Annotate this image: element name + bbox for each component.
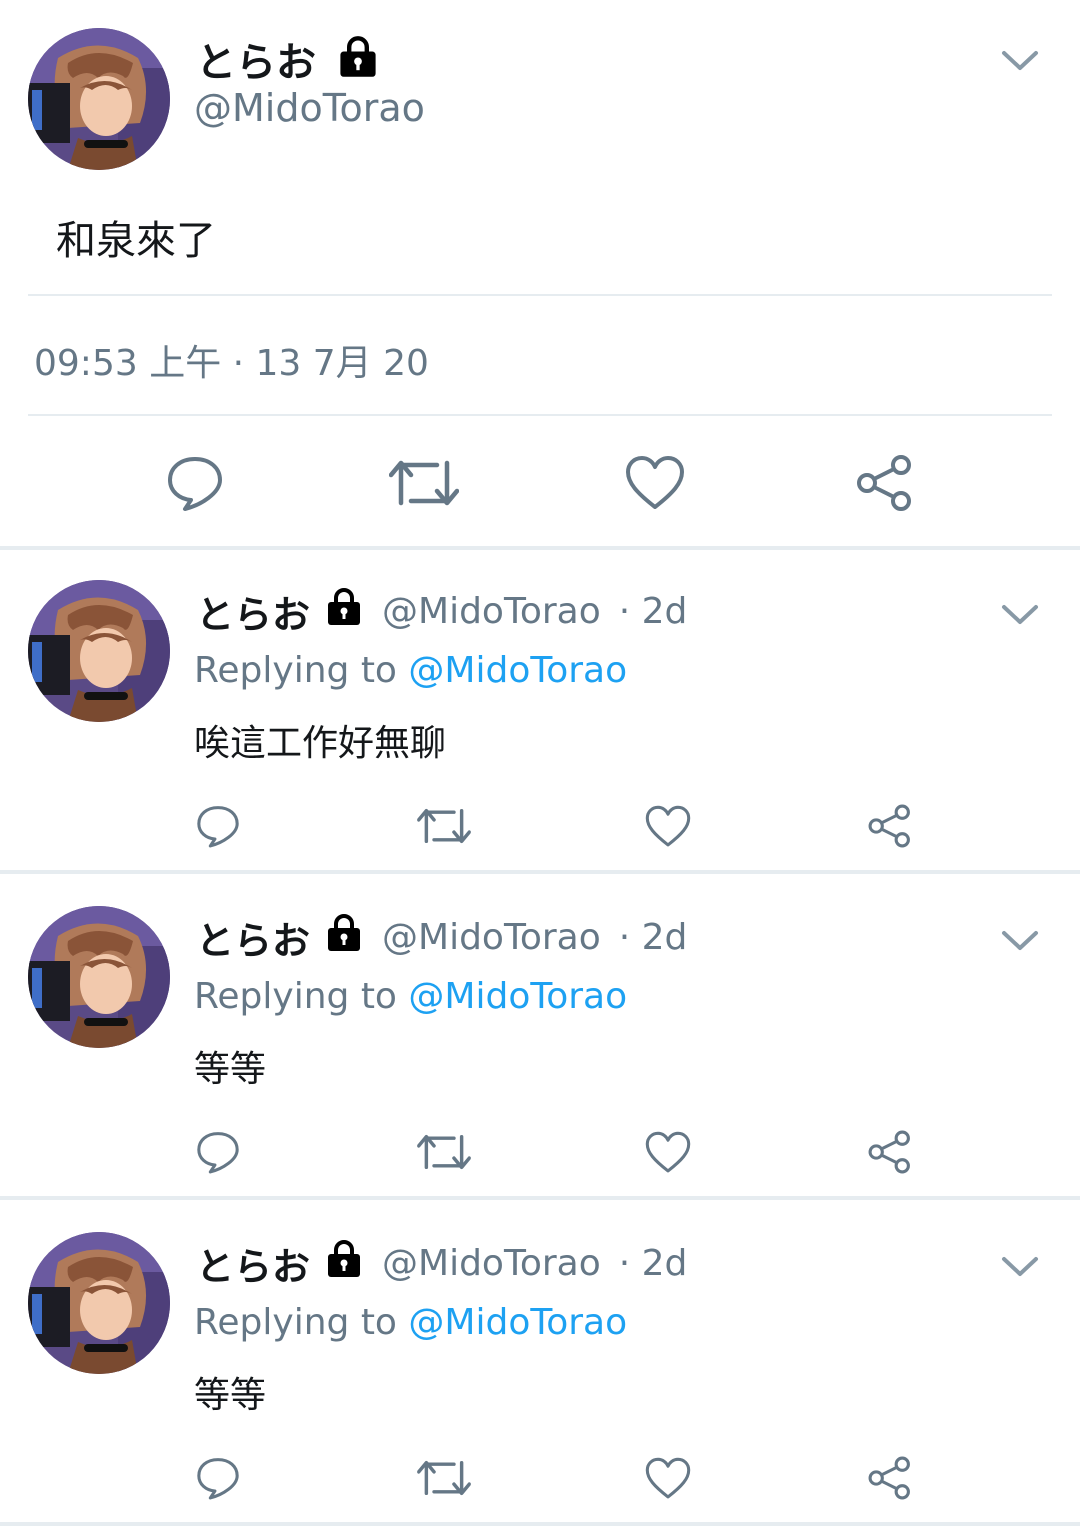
avatar[interactable]: [28, 906, 170, 1048]
tweet-text: 等等: [194, 1375, 267, 1416]
retweet-icon: [417, 1455, 471, 1501]
retweet-icon: [417, 1129, 471, 1175]
lock-icon: [324, 913, 364, 962]
share-button[interactable]: [866, 1128, 914, 1176]
share-icon: [867, 1129, 913, 1175]
chevron-down-icon[interactable]: [1000, 1254, 1040, 1280]
display-name[interactable]: とらお: [196, 30, 316, 88]
reply-tweet[interactable]: とらお @MidoTorao · 2d Replying to @MidoTor…: [0, 876, 1080, 1200]
chevron-down-icon[interactable]: [1000, 928, 1040, 954]
replying-mention-link[interactable]: @MidoTorao: [408, 650, 627, 691]
share-icon: [855, 453, 915, 513]
timestamp[interactable]: 09:53 上午 · 13 7月 20: [34, 334, 429, 386]
tweet-text: 唉這工作好無聊: [194, 723, 447, 764]
handle[interactable]: @MidoTorao: [382, 1243, 601, 1284]
reply-icon: [195, 1455, 241, 1501]
replying-mention-link[interactable]: @MidoTorao: [408, 1302, 627, 1343]
replying-prefix: Replying to: [194, 1302, 397, 1343]
like-button[interactable]: [624, 454, 686, 512]
replying-prefix: Replying to: [194, 976, 397, 1017]
display-name-row: とらお: [196, 30, 380, 88]
share-button[interactable]: [854, 452, 916, 514]
divider: [28, 294, 1052, 296]
reply-header: とらお @MidoTorao · 2d: [196, 910, 687, 965]
retweet-button[interactable]: [416, 1128, 472, 1176]
reply-button[interactable]: [194, 1454, 242, 1502]
retweet-button[interactable]: [416, 802, 472, 850]
heart-icon: [645, 805, 691, 848]
section-divider: [0, 1522, 1080, 1526]
share-icon: [867, 803, 913, 849]
display-name[interactable]: とらお: [196, 584, 310, 639]
share-button[interactable]: [866, 1454, 914, 1502]
retweet-icon: [389, 453, 459, 513]
reply-button[interactable]: [194, 1128, 242, 1176]
reply-button[interactable]: [194, 802, 242, 850]
display-name[interactable]: とらお: [196, 910, 310, 965]
like-button[interactable]: [644, 804, 692, 848]
lock-icon: [336, 35, 380, 83]
reply-header: とらお @MidoTorao · 2d: [196, 584, 687, 639]
retweet-button[interactable]: [416, 1454, 472, 1502]
section-divider: [0, 870, 1080, 874]
section-divider: [0, 1196, 1080, 1200]
heart-icon: [645, 1131, 691, 1174]
divider: [28, 414, 1052, 416]
tweet-age: · 2d: [618, 917, 688, 958]
heart-icon: [625, 455, 685, 511]
display-name[interactable]: とらお: [196, 1236, 310, 1291]
reply-icon: [165, 453, 225, 513]
tweet-age: · 2d: [618, 1243, 688, 1284]
tweet-text: 和泉來了: [56, 218, 216, 264]
handle[interactable]: @MidoTorao: [382, 591, 601, 632]
reply-tweet[interactable]: とらお @MidoTorao · 2d Replying to @MidoTor…: [0, 1202, 1080, 1526]
share-button[interactable]: [866, 802, 914, 850]
tweet-age: · 2d: [618, 591, 688, 632]
tweet-text: 等等: [194, 1049, 267, 1090]
retweet-button[interactable]: [388, 452, 460, 514]
replying-to: Replying to @MidoTorao: [194, 976, 627, 1017]
chevron-down-icon[interactable]: [1000, 602, 1040, 628]
reply-button[interactable]: [164, 452, 226, 514]
replying-to: Replying to @MidoTorao: [194, 650, 627, 691]
lock-icon: [324, 587, 364, 636]
like-button[interactable]: [644, 1130, 692, 1174]
retweet-icon: [417, 803, 471, 849]
chevron-down-icon[interactable]: [1000, 48, 1040, 74]
handle[interactable]: @MidoTorao: [382, 917, 601, 958]
replying-to: Replying to @MidoTorao: [194, 1302, 627, 1343]
reply-tweet[interactable]: とらお @MidoTorao · 2d Replying to @MidoTor…: [0, 550, 1080, 874]
reply-icon: [195, 803, 241, 849]
avatar[interactable]: [28, 580, 170, 722]
share-icon: [867, 1455, 913, 1501]
lock-icon: [324, 1239, 364, 1288]
replying-prefix: Replying to: [194, 650, 397, 691]
like-button[interactable]: [644, 1456, 692, 1500]
avatar[interactable]: [28, 28, 170, 170]
reply-header: とらお @MidoTorao · 2d: [196, 1236, 687, 1291]
replying-mention-link[interactable]: @MidoTorao: [408, 976, 627, 1017]
avatar[interactable]: [28, 1232, 170, 1374]
reply-icon: [195, 1129, 241, 1175]
handle[interactable]: @MidoTorao: [194, 86, 425, 130]
heart-icon: [645, 1457, 691, 1500]
